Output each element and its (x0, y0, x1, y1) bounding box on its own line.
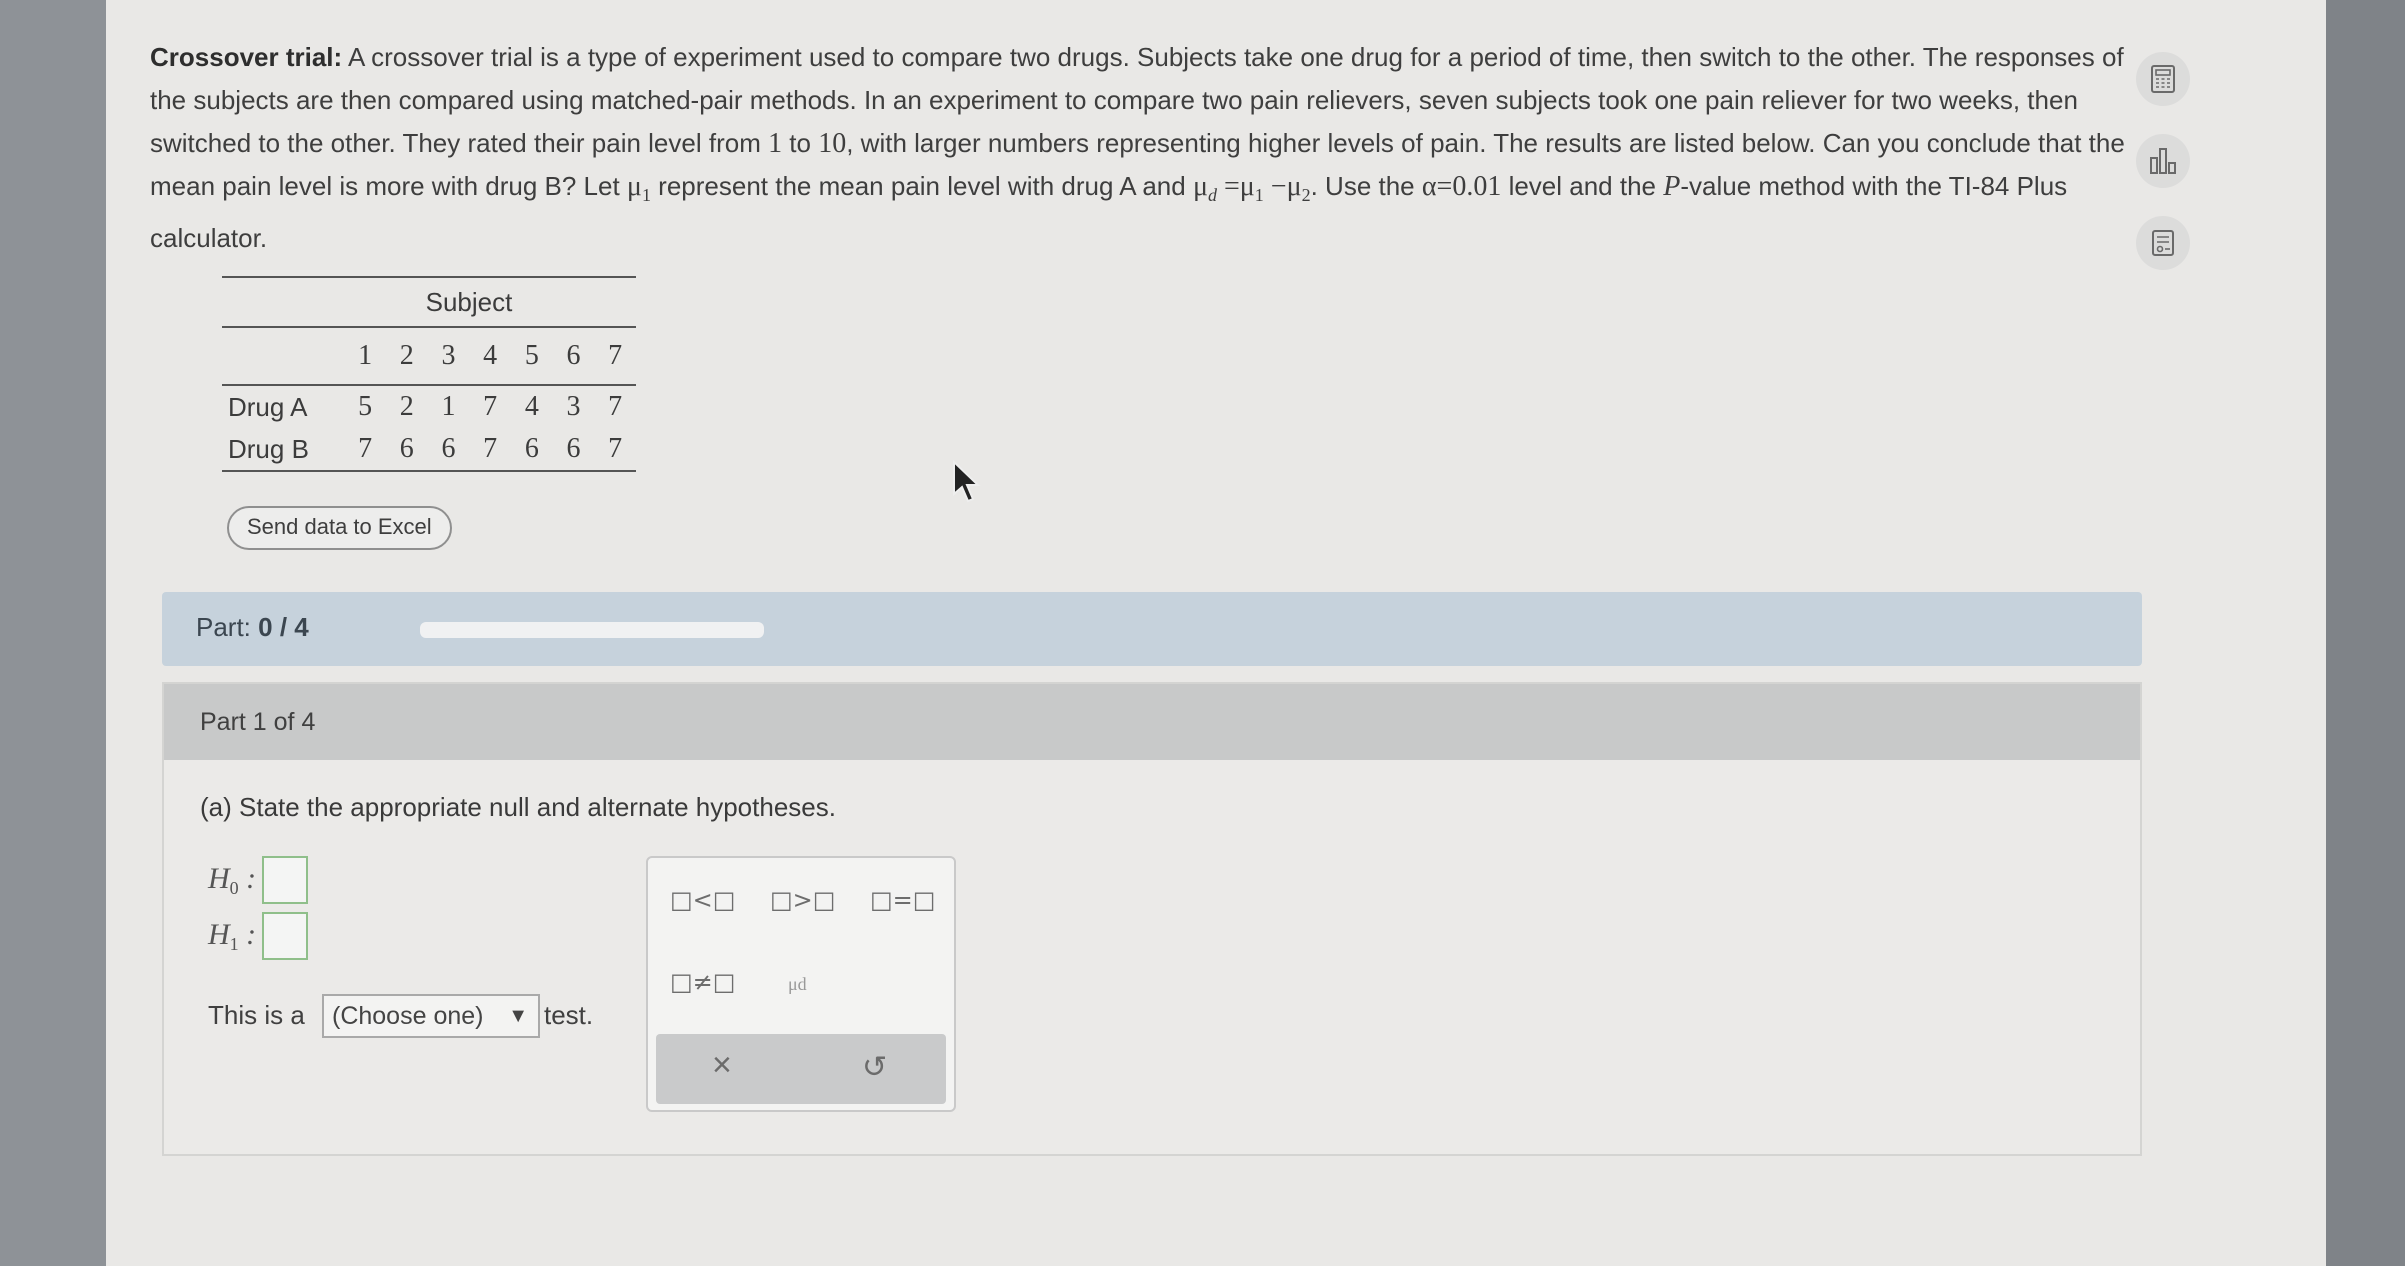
right-background (2325, 0, 2405, 1266)
less-than-button[interactable]: □<□ (670, 886, 735, 914)
dropdown-arrow-icon: ▼ (508, 1005, 528, 1027)
bar-chart-icon (2150, 148, 2176, 174)
assignment-page: Crossover trial: A crossover trial is a … (106, 0, 2326, 1266)
problem-title: Crossover trial: (150, 42, 343, 72)
subject-number-row: 1 2 3 4 5 6 7 (358, 340, 623, 371)
subject-header: Subject (425, 287, 513, 317)
calculator-icon (2151, 65, 2175, 93)
row-label: Drug B (228, 434, 309, 464)
table-row: Drug A 5 2 1 7 4 3 7 (222, 386, 636, 428)
left-background (0, 0, 106, 1266)
question-text: (a) State the appropriate null and alter… (200, 792, 836, 822)
problem-statement: Crossover trial: A crossover trial is a … (150, 42, 2125, 253)
part-panel: Part 1 of 4 (a) State the appropriate nu… (162, 682, 2142, 1156)
progress-track (420, 622, 764, 638)
mu-d-definition: μd =μ1 −μ2 (1192, 171, 1311, 205)
send-to-excel-button[interactable]: Send data to Excel (227, 506, 452, 550)
row-label: Drug A (228, 392, 308, 422)
not-equal-button[interactable]: □≠□ (670, 968, 735, 996)
symbol-palette: □<□ □>□ □=□ □≠□ μd × ↺ (646, 856, 956, 1112)
table-row: Drug B 7 6 6 7 6 6 7 (222, 428, 636, 470)
chart-button[interactable] (2136, 134, 2190, 188)
part-header[interactable]: Part 1 of 4 (164, 684, 2140, 760)
calculator-button[interactable] (2136, 52, 2190, 106)
null-hypothesis-input[interactable] (262, 856, 308, 904)
part-progress-text: 0 / 4 (258, 612, 309, 642)
data-button[interactable] (2136, 216, 2190, 270)
mu-d-button[interactable]: μd (788, 974, 807, 995)
test-prefix: This is a (208, 1000, 305, 1030)
equals-button[interactable]: □=□ (870, 886, 935, 914)
test-type-select[interactable]: (Choose one) ▼ (322, 994, 540, 1038)
alternate-hypothesis-input[interactable] (262, 912, 308, 960)
null-hypothesis-label: H0 : (208, 862, 257, 898)
palette-actions: × ↺ (656, 1034, 946, 1104)
mu1-symbol: μ1 (626, 171, 651, 205)
greater-than-button[interactable]: □>□ (770, 886, 835, 914)
table-bottom-rule (222, 470, 636, 472)
undo-icon[interactable]: ↺ (862, 1050, 887, 1085)
data-table-icon (2152, 230, 2174, 256)
test-suffix: test. (544, 1000, 594, 1030)
data-table: Subject 1 2 3 4 5 6 7 Drug A 5 2 1 7 4 3… (222, 276, 636, 472)
mouse-cursor-icon (953, 460, 981, 503)
part-progress-bar: Part: 0 / 4 (162, 592, 2142, 666)
clear-icon[interactable]: × (712, 1046, 732, 1085)
alternate-hypothesis-label: H1 : (208, 918, 257, 954)
